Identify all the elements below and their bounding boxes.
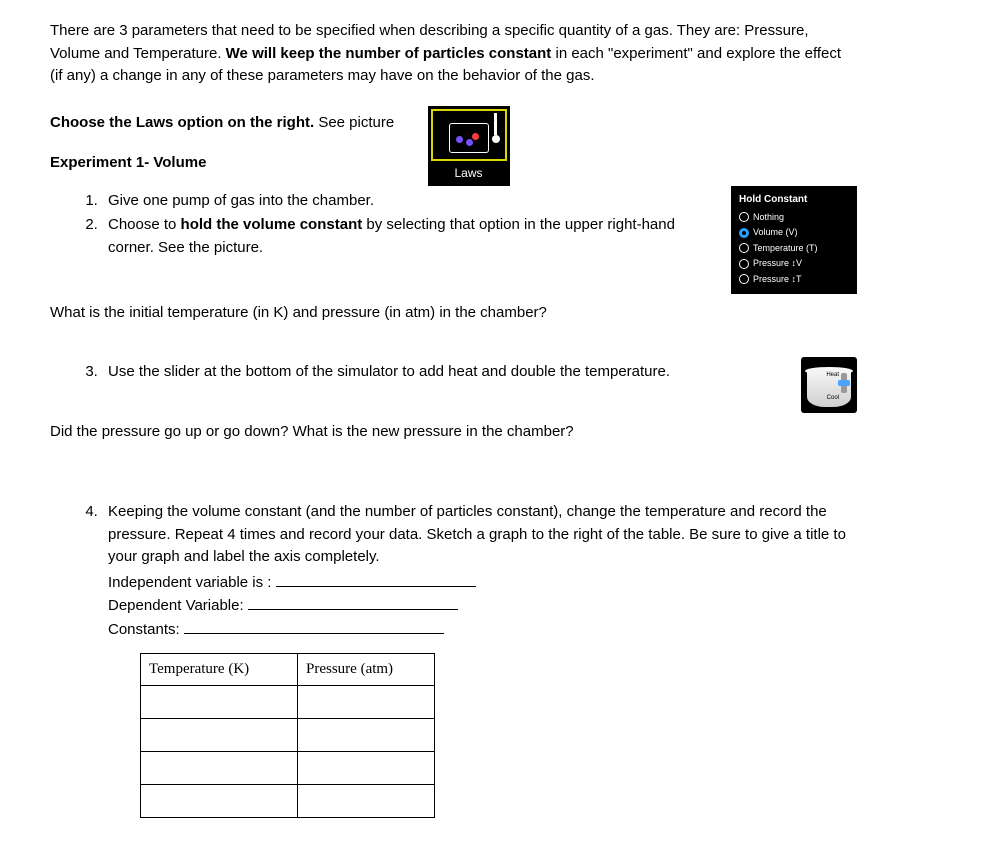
hold-option-4[interactable]: Pressure ↕T	[739, 273, 849, 287]
cool-label: Cool	[827, 394, 839, 403]
dv-blank[interactable]	[248, 594, 458, 610]
hold-constant-panel: Hold Constant NothingVolume (V) Temperatu…	[731, 186, 857, 295]
hold-option-2[interactable]: Temperature (T)	[739, 242, 849, 256]
table-row	[141, 718, 435, 751]
iv-label: Independent variable is :	[108, 574, 271, 591]
thermometer-icon	[491, 113, 501, 143]
choose-rest: See picture	[314, 114, 394, 131]
hold-constant-title: Hold Constant	[739, 192, 849, 207]
radio-icon	[739, 228, 749, 238]
heat-label: Heat	[826, 371, 839, 380]
steps-1-2-row: Give one pump of gas into the chamber. C…	[50, 186, 857, 295]
table-cell[interactable]	[141, 685, 298, 718]
table-cell[interactable]	[298, 718, 435, 751]
table-header-pressure: Pressure (atm)	[298, 654, 435, 686]
step-2: Choose to hold the volume constant by se…	[102, 214, 711, 259]
step-3-row: Use the slider at the bottom of the simu…	[50, 357, 857, 413]
table-cell[interactable]	[141, 784, 298, 817]
table-row	[141, 751, 435, 784]
intro-paragraph: There are 3 parameters that need to be s…	[50, 20, 857, 88]
table-cell[interactable]	[141, 718, 298, 751]
hold-option-1[interactable]: Volume (V)	[739, 226, 849, 240]
heat-cool-control-icon: Heat Cool	[801, 357, 857, 413]
data-table: Temperature (K) Pressure (atm)	[140, 653, 435, 818]
constants-blank[interactable]	[184, 618, 444, 634]
question-pressure: Did the pressure go up or go down? What …	[50, 421, 857, 444]
table-cell[interactable]	[298, 685, 435, 718]
radio-icon	[739, 212, 749, 222]
choose-bold: Choose the Laws option on the right.	[50, 114, 314, 131]
step-4: Keeping the volume constant (and the num…	[102, 501, 857, 641]
hold-option-0[interactable]: Nothing	[739, 211, 849, 225]
constants-label: Constants:	[108, 621, 180, 638]
radio-icon	[739, 274, 749, 284]
laws-label: Laws	[431, 161, 507, 183]
radio-icon	[739, 259, 749, 269]
dv-label: Dependent Variable:	[108, 597, 244, 614]
experiment-1-heading: Experiment 1- Volume	[50, 152, 398, 175]
iv-blank[interactable]	[276, 571, 476, 587]
step-3: Use the slider at the bottom of the simu…	[102, 361, 787, 384]
choose-row: Choose the Laws option on the right. See…	[50, 106, 857, 186]
intro-bold: We will keep the number of particles con…	[226, 45, 552, 62]
hold-option-3[interactable]: Pressure ↕V	[739, 257, 849, 271]
table-row	[141, 685, 435, 718]
table-cell[interactable]	[298, 784, 435, 817]
table-row	[141, 784, 435, 817]
question-initial: What is the initial temperature (in K) a…	[50, 302, 857, 325]
table-cell[interactable]	[141, 751, 298, 784]
step-1: Give one pump of gas into the chamber.	[102, 190, 711, 213]
table-cell[interactable]	[298, 751, 435, 784]
radio-icon	[739, 243, 749, 253]
laws-icon: Laws	[428, 106, 510, 186]
table-header-temperature: Temperature (K)	[141, 654, 298, 686]
